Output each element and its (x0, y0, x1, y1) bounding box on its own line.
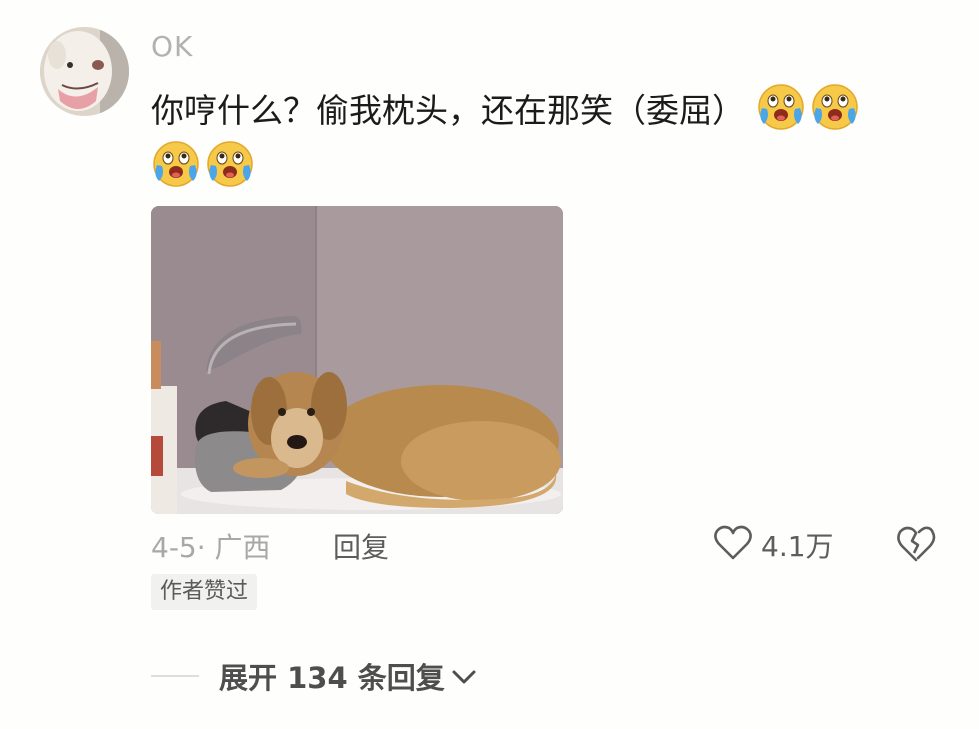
like-count: 4.1万 (761, 530, 834, 563)
attached-photo[interactable] (151, 206, 563, 514)
username[interactable]: OK (151, 30, 193, 63)
comment-date-location: 4-5· 广西 (151, 531, 271, 564)
crying-face-emoji (756, 82, 806, 132)
crying-face-emoji (151, 139, 201, 189)
heart-outline-icon (713, 524, 753, 566)
author-liked-badge: 作者赞过 (151, 574, 258, 610)
divider-line (151, 675, 199, 677)
crying-face-emoji (810, 82, 860, 132)
expand-replies-button[interactable]: 展开 134 条回复 (219, 655, 477, 697)
avatar[interactable] (40, 27, 129, 116)
like-button[interactable]: 4.1万 (713, 524, 834, 566)
comment-text-block: 你哼什么？偷我枕头，还在那笑（委屈） (151, 82, 941, 196)
comment-text: 你哼什么？偷我枕头，还在那笑（委屈） (151, 91, 745, 130)
comment-card: OK 你哼什么？偷我枕头，还在那笑（委屈） 4-5· 广西 回复 4.1万 作者… (0, 0, 979, 729)
reply-button[interactable]: 回复 (333, 526, 389, 566)
crying-face-emoji (205, 139, 255, 189)
broken-heart-icon (895, 526, 937, 567)
dislike-button[interactable] (895, 525, 937, 567)
expand-replies-label: 展开 134 条回复 (219, 661, 445, 695)
chevron-down-icon (445, 659, 477, 693)
